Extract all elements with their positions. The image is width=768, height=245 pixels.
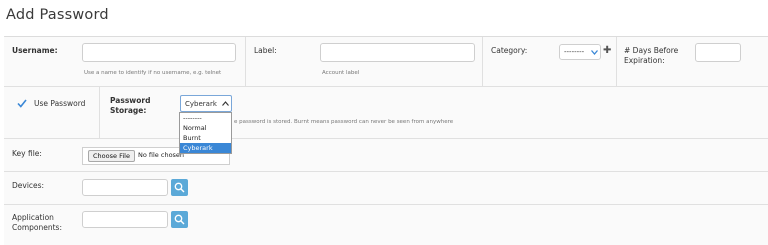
divider [99, 87, 100, 139]
application-components-input[interactable] [82, 211, 168, 228]
devices-label: Devices: [12, 181, 45, 190]
divider [616, 37, 617, 87]
devices-input[interactable] [82, 179, 168, 196]
expiration-label-line1: # Days Before [624, 46, 679, 55]
application-components-search-button[interactable] [171, 211, 188, 228]
dropdown-option[interactable]: -------- [180, 113, 231, 123]
devices-search-button[interactable] [171, 179, 188, 196]
dropdown-option-selected[interactable]: Cyberark [180, 143, 231, 153]
row-username: Username: Use a name to identify if no u… [4, 37, 768, 87]
password-storage-selected-value: Cyberark [185, 99, 217, 108]
password-storage-dropdown: -------- Normal Burnt Cyberark [179, 112, 232, 154]
application-components-label: Application Components: [12, 213, 62, 233]
username-hint: Use a name to identify if no username, e… [84, 70, 222, 76]
username-input[interactable] [82, 43, 236, 62]
label-hint: Account label [322, 70, 360, 76]
row-devices: Devices: [4, 172, 768, 205]
label-input[interactable] [320, 43, 475, 62]
application-components-label-line2: Components: [12, 223, 62, 232]
category-select[interactable]: -------- [559, 44, 601, 60]
expiration-label: # Days Before Expiration: [624, 46, 678, 66]
username-label: Username: [12, 46, 58, 55]
use-password-label: Use Password [34, 99, 86, 108]
row-application-components: Application Components: [4, 205, 768, 245]
search-icon [174, 214, 185, 225]
category-selected-value: -------- [564, 48, 585, 56]
page-title: Add Password [6, 7, 109, 23]
label-field-label: Label: [254, 46, 277, 55]
divider [482, 37, 483, 87]
password-storage-label-line2: Storage: [110, 106, 147, 115]
divider [245, 37, 246, 87]
expiration-label-line2: Expiration: [624, 56, 665, 65]
password-storage-hint: e password is stored. Burnt means passwo… [234, 119, 454, 125]
password-storage-label-line1: Password [110, 96, 151, 105]
use-password-checkmark-icon[interactable] [17, 99, 27, 108]
chevron-down-icon [591, 50, 598, 55]
application-components-label-line1: Application [12, 213, 54, 222]
expiration-input[interactable] [695, 43, 741, 62]
file-status-text: No file chosen [138, 151, 185, 159]
category-label: Category: [491, 46, 528, 55]
choose-file-button[interactable]: Choose File [88, 150, 135, 162]
key-file-label: Key file: [12, 149, 42, 158]
dropdown-option[interactable]: Burnt [180, 133, 231, 143]
password-storage-select[interactable]: Cyberark [180, 95, 232, 112]
dropdown-option[interactable]: Normal [180, 123, 231, 133]
chevron-up-icon [222, 101, 229, 106]
row-password-storage: Use Password Password Storage: e passwor… [4, 87, 768, 139]
password-storage-label: Password Storage: [110, 96, 150, 116]
add-category-plus-icon[interactable]: ✚ [603, 45, 611, 56]
search-icon [174, 182, 185, 193]
